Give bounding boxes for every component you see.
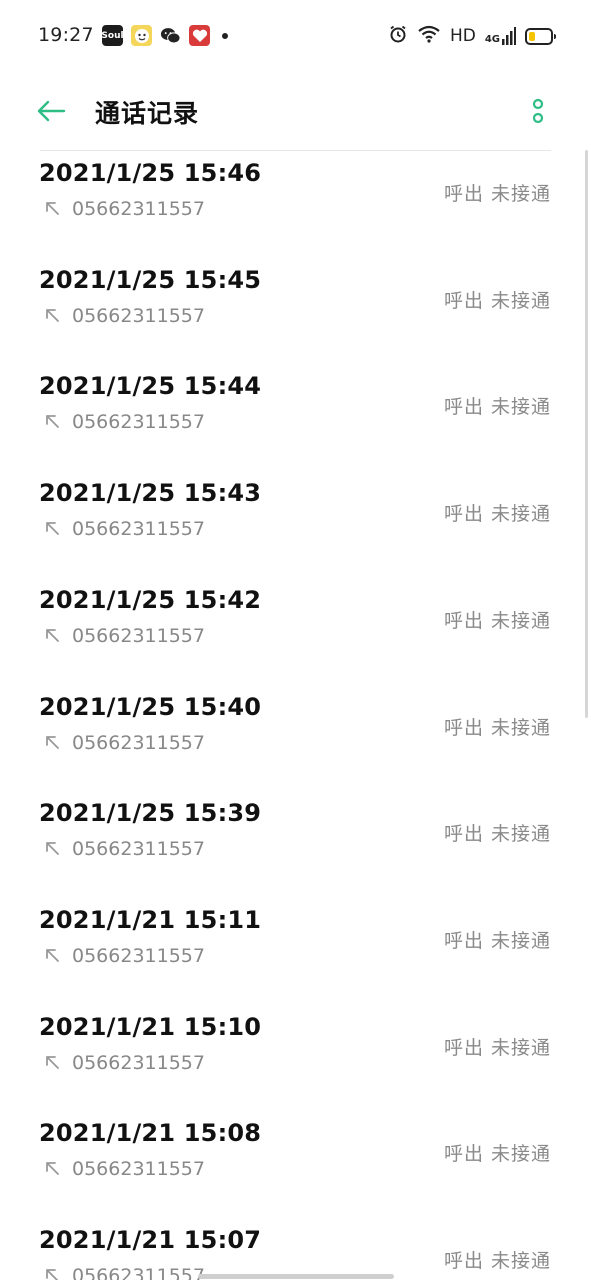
call-datetime: 2021/1/25 15:46 <box>39 159 262 187</box>
outgoing-call-icon <box>44 307 62 325</box>
call-number: 05662311557 <box>72 944 205 967</box>
call-log-list[interactable]: 2021/1/25 15:46 05662311557 呼出 未接通 2021/1/2… <box>0 151 591 1280</box>
call-datetime: 2021/1/25 15:40 <box>39 692 262 721</box>
call-status: 呼出 未接通 <box>443 396 551 419</box>
call-status: 呼出 未接通 <box>443 823 551 846</box>
outgoing-call-icon <box>44 1054 62 1072</box>
call-datetime: 2021/1/21 15:07 <box>39 1226 262 1254</box>
call-status: 呼出 未接通 <box>443 1143 551 1166</box>
network-type-label: 4G <box>484 34 500 45</box>
call-status: 呼出 未接通 <box>443 929 551 952</box>
call-status: 呼出 未接通 <box>443 609 551 632</box>
soul-app-icon: Soul <box>101 25 124 46</box>
outgoing-call-icon <box>44 947 62 965</box>
call-datetime: 2021/1/21 15:11 <box>39 905 262 934</box>
app-bar: 通话记录 <box>0 72 591 150</box>
more-notifications-dot <box>222 32 228 39</box>
call-status: 呼出 未接通 <box>443 289 551 312</box>
call-datetime: 2021/1/25 15:44 <box>39 372 262 401</box>
page-title: 通话记录 <box>95 99 200 128</box>
call-status: 呼出 未接通 <box>443 183 551 205</box>
system-status: HD 4G <box>388 24 556 48</box>
arrow-left-icon <box>37 100 66 122</box>
back-button[interactable] <box>34 94 68 128</box>
cellular-signal-icon: 4G <box>485 27 516 45</box>
call-number: 05662311557 <box>72 304 205 327</box>
call-datetime: 2021/1/25 15:39 <box>39 799 262 828</box>
call-log-row[interactable]: 2021/1/25 15:42 05662311557 呼出 未接通 <box>0 586 591 692</box>
heart-app-icon <box>189 25 210 46</box>
call-log-row[interactable]: 2021/1/25 15:44 05662311557 呼出 未接通 <box>0 372 591 478</box>
call-log-row[interactable]: 2021/1/21 15:10 05662311557 呼出 未接通 <box>0 1013 591 1119</box>
outgoing-call-icon <box>44 200 62 218</box>
call-log-row[interactable]: 2021/1/21 15:08 05662311557 呼出 未接通 <box>0 1119 591 1225</box>
call-status: 呼出 未接通 <box>443 716 551 739</box>
wechat-icon <box>160 25 181 46</box>
battery-icon <box>525 27 556 45</box>
outgoing-call-icon <box>44 627 62 645</box>
call-status: 呼出 未接通 <box>443 1250 551 1272</box>
call-datetime: 2021/1/25 15:43 <box>39 479 262 508</box>
call-number: 05662311557 <box>72 411 205 434</box>
call-datetime: 2021/1/25 15:45 <box>39 265 262 294</box>
call-status: 呼出 未接通 <box>443 503 551 526</box>
more-options-button[interactable] <box>524 94 552 128</box>
notification-icons: Soul <box>101 25 228 46</box>
call-number: 05662311557 <box>72 838 205 861</box>
call-log-row[interactable]: 2021/1/21 15:07 05662311557 呼出 未接通 <box>0 1226 591 1280</box>
call-number: 05662311557 <box>72 731 205 754</box>
outgoing-call-icon <box>44 734 62 752</box>
call-number: 05662311557 <box>72 518 205 541</box>
hd-indicator: HD <box>449 26 476 46</box>
outgoing-call-icon <box>44 1267 62 1280</box>
call-datetime: 2021/1/21 15:10 <box>39 1012 262 1041</box>
outgoing-call-icon <box>44 413 62 431</box>
alarm-icon <box>388 24 408 48</box>
call-log-row[interactable]: 2021/1/25 15:45 05662311557 呼出 未接通 <box>0 266 591 372</box>
call-log-row[interactable]: 2021/1/25 15:46 05662311557 呼出 未接通 <box>0 159 591 265</box>
call-datetime: 2021/1/25 15:42 <box>39 585 262 614</box>
scrollbar[interactable] <box>585 150 588 718</box>
home-indicator[interactable] <box>198 1274 394 1279</box>
call-log-row[interactable]: 2021/1/21 15:11 05662311557 呼出 未接通 <box>0 906 591 1012</box>
outgoing-call-icon <box>44 840 62 858</box>
call-number: 05662311557 <box>72 624 205 647</box>
call-log-row[interactable]: 2021/1/25 15:43 05662311557 呼出 未接通 <box>0 479 591 585</box>
call-number: 05662311557 <box>72 1051 205 1074</box>
wifi-icon <box>417 25 441 47</box>
outgoing-call-icon <box>44 1160 62 1178</box>
outgoing-call-icon <box>44 520 62 538</box>
status-bar: 19:27 Soul HD 4G <box>0 0 591 72</box>
call-number: 05662311557 <box>72 1265 205 1280</box>
call-status: 呼出 未接通 <box>443 1036 551 1059</box>
cartoon-app-icon <box>131 25 152 46</box>
status-time: 19:27 <box>38 24 94 46</box>
call-log-row[interactable]: 2021/1/25 15:39 05662311557 呼出 未接通 <box>0 799 591 905</box>
call-datetime: 2021/1/21 15:08 <box>39 1119 262 1148</box>
call-number: 05662311557 <box>72 1158 205 1181</box>
call-log-row[interactable]: 2021/1/25 15:40 05662311557 呼出 未接通 <box>0 693 591 799</box>
more-vertical-icon <box>532 98 544 124</box>
call-number: 05662311557 <box>72 198 205 220</box>
